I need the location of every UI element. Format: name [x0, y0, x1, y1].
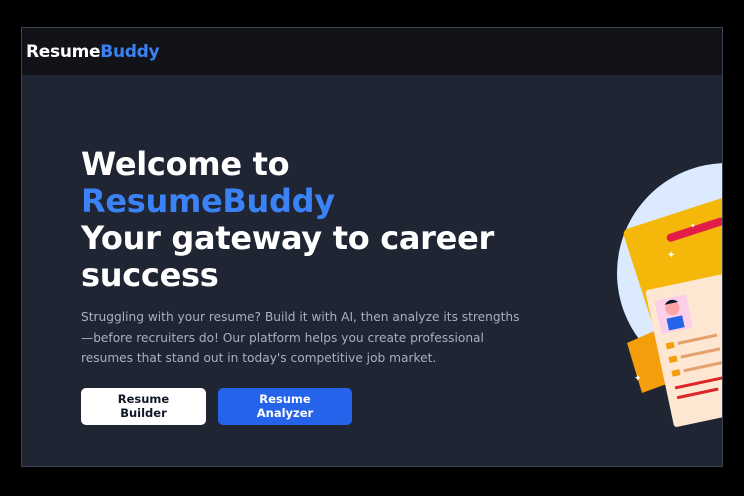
headline-brand: ResumeBuddy — [81, 182, 335, 220]
navbar: ResumeBuddy — [22, 28, 722, 75]
hero-illustration: ✦ ✦ ✦ — [617, 163, 722, 427]
logo-text-resume: Resume — [26, 41, 101, 62]
svg-text:✦: ✦ — [690, 222, 696, 230]
logo[interactable]: ResumeBuddy — [26, 41, 160, 62]
svg-text:✦: ✦ — [667, 250, 675, 261]
resume-analyzer-button[interactable]: Resume Analyzer — [218, 387, 352, 425]
hero-description: Struggling with your resume? Build it wi… — [81, 310, 520, 365]
headline-tagline: Your gateway to career success — [81, 219, 494, 294]
hero-actions: Resume Builder Resume Analyzer — [81, 387, 541, 425]
hero-section: Welcome to ResumeBuddy Your gateway to c… — [81, 146, 541, 425]
headline-welcome: Welcome to — [81, 145, 290, 183]
logo-text-buddy: Buddy — [100, 41, 160, 62]
hero-headline: Welcome to ResumeBuddy Your gateway to c… — [81, 146, 541, 294]
svg-text:✦: ✦ — [634, 374, 642, 384]
resume-builder-button[interactable]: Resume Builder — [81, 387, 206, 425]
app-window: ResumeBuddy Welcome to ResumeBuddy Your … — [21, 27, 723, 467]
